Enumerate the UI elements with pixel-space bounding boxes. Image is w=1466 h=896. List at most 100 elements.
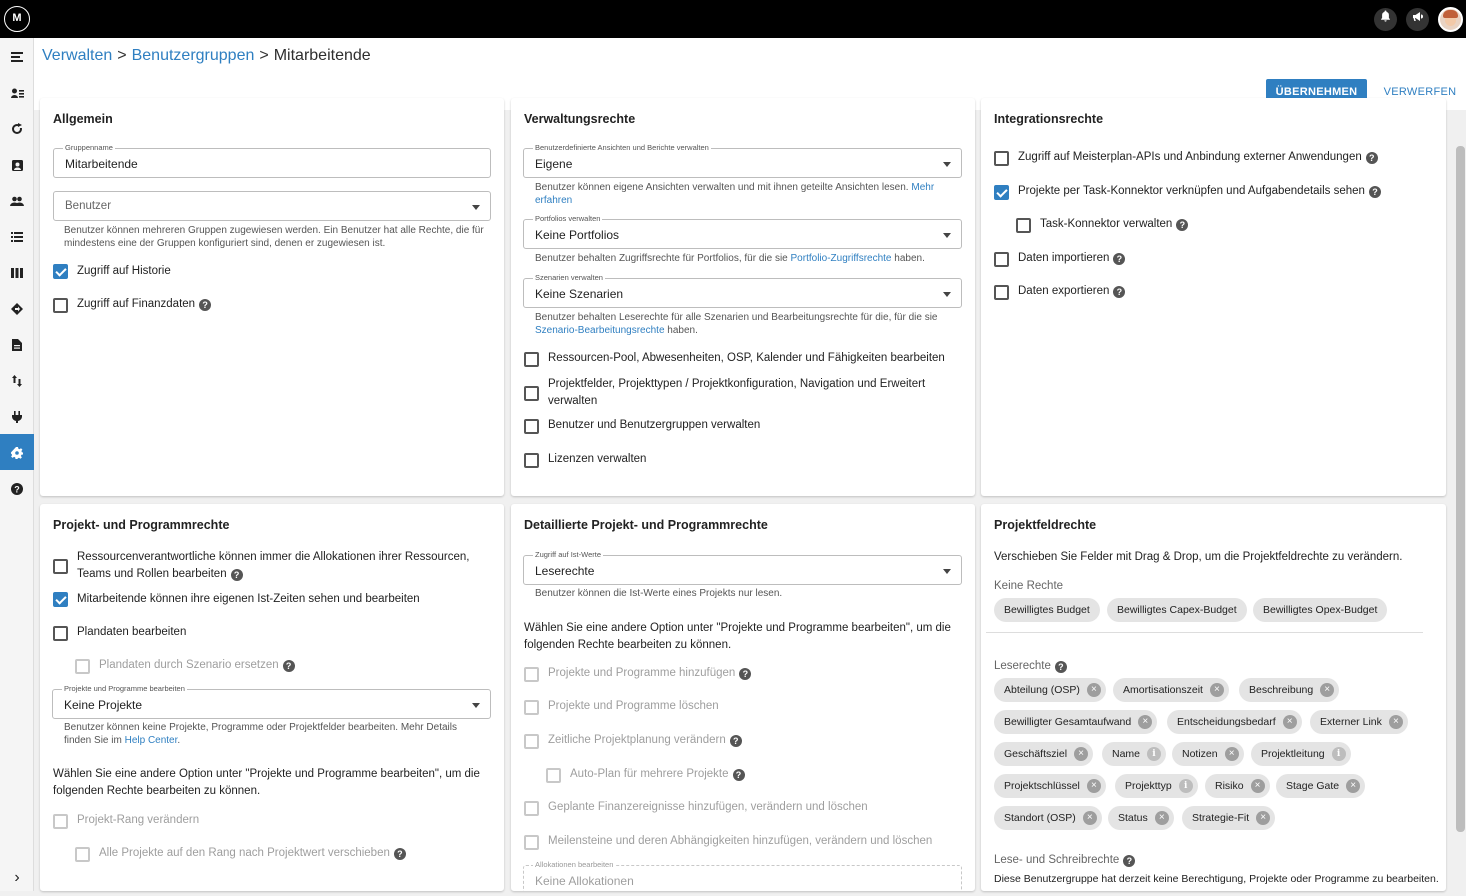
user-avatar[interactable] [1438,7,1463,32]
licenses-checkbox[interactable] [524,453,539,468]
field-chip[interactable]: Notizen × [1172,742,1244,766]
remove-icon[interactable]: × [1388,715,1403,729]
remove-icon[interactable]: × [1250,779,1265,793]
import-data-checkbox[interactable] [994,252,1009,267]
help-icon[interactable]: ? [1176,219,1189,231]
financial-events-checkbox[interactable] [524,801,539,816]
group-name-input[interactable]: Gruppenname Mitarbeitende [53,143,491,178]
help-icon[interactable]: ? [282,660,295,672]
board-icon[interactable] [0,254,34,290]
field-chip[interactable]: Entscheidungsbedarf × [1167,710,1302,734]
field-chip[interactable]: Projekttyp i [1115,774,1198,798]
help-icon[interactable]: ? [1123,855,1136,867]
help-icon[interactable]: ? [393,848,406,860]
api-access-checkbox[interactable] [994,151,1009,166]
info-icon[interactable]: i [1147,747,1162,761]
field-chip[interactable]: Bewilligter Gesamtaufwand × [994,710,1158,734]
bell-icon[interactable] [1374,8,1397,31]
breadcrumb-verwalten[interactable]: Verwalten [42,47,112,64]
help-icon[interactable]: ? [1365,152,1378,164]
field-chip[interactable]: Bewilligtes Capex-Budget [1107,598,1247,622]
info-icon[interactable]: i [1178,779,1193,793]
field-chip[interactable]: Geschäftsziel × [994,742,1094,766]
plug-icon[interactable] [0,398,34,434]
own-actuals-checkbox[interactable] [53,592,68,607]
field-chip[interactable]: Stage Gate × [1276,774,1366,798]
resource-manager-checkbox[interactable] [53,559,68,574]
export-data-checkbox[interactable] [994,285,1009,300]
portfolio-access-link[interactable]: Portfolio-Zugriffsrechte [791,253,892,264]
help-icon[interactable]: ? [230,569,243,581]
megaphone-icon[interactable] [1406,8,1429,31]
gear-icon[interactable] [0,434,34,470]
task-connector-manage-checkbox[interactable] [1016,218,1031,233]
remove-icon[interactable]: × [1086,683,1101,697]
remove-icon[interactable]: × [1138,715,1153,729]
breadcrumb-benutzergruppen[interactable]: Benutzergruppen [132,47,255,64]
field-chip[interactable]: Externer Link × [1310,710,1408,734]
remove-icon[interactable]: × [1074,747,1089,761]
field-chip[interactable]: Name i [1102,742,1167,766]
help-icon[interactable]: ? [1054,661,1067,673]
rank-by-value-checkbox[interactable] [75,847,90,862]
finance-checkbox[interactable] [53,298,68,313]
help-center-link[interactable]: Help Center [125,735,178,746]
field-chip[interactable]: Amortisationszeit × [1113,678,1229,702]
actuals-select[interactable]: Zugriff auf Ist-Werte Leserechte [523,550,962,585]
user-list-icon[interactable] [0,74,34,110]
users-groups-checkbox[interactable] [524,419,539,434]
history-checkbox[interactable] [53,264,68,279]
field-chip[interactable]: Beschreibung × [1239,678,1340,702]
users-select[interactable]: Benutzer [53,191,491,221]
help-icon[interactable]: ? [1113,286,1126,298]
field-chip[interactable]: Abteilung (OSP) × [994,678,1106,702]
list-icon[interactable] [0,218,34,254]
task-connector-link-checkbox[interactable] [994,185,1009,200]
field-chip[interactable]: Bewilligtes Budget [994,598,1100,622]
help-icon[interactable]: ? [739,668,752,680]
field-chip[interactable]: Strategie-Fit × [1182,806,1276,830]
help-icon[interactable]: ? [0,470,34,506]
field-chip[interactable]: Bewilligtes Opex-Budget [1253,598,1388,622]
document-icon[interactable] [0,326,34,362]
help-icon[interactable]: ? [199,299,212,311]
project-rank-checkbox[interactable] [53,814,68,829]
remove-icon[interactable]: × [1224,747,1239,761]
people-icon[interactable] [0,182,34,218]
remove-icon[interactable]: × [1086,779,1101,793]
help-icon[interactable]: ? [729,735,742,747]
menu-icon[interactable] [0,38,34,74]
help-icon[interactable]: ? [1368,186,1381,198]
route-icon[interactable] [0,290,34,326]
remove-icon[interactable]: × [1320,683,1335,697]
help-icon[interactable]: ? [732,769,745,781]
plan-data-checkbox[interactable] [53,626,68,641]
resource-pool-checkbox[interactable] [524,352,539,367]
portfolios-select[interactable]: Portfolios verwalten Keine Portfolios [523,214,962,249]
milestones-checkbox[interactable] [524,835,539,850]
allocations-select[interactable]: Allokationen bearbeiten Keine Allokation… [523,860,962,891]
remove-icon[interactable]: × [1256,811,1271,825]
project-fields-checkbox[interactable] [524,386,539,401]
remove-icon[interactable]: × [1346,779,1361,793]
edit-projects-select[interactable]: Projekte und Programme bearbeiten Keine … [52,684,491,719]
transfer-icon[interactable] [0,362,34,398]
field-chip[interactable]: Projektschlüssel × [994,774,1106,798]
field-chip[interactable]: Standort (OSP) × [994,806,1102,830]
field-chip[interactable]: Status × [1108,806,1174,830]
scenarios-select[interactable]: Szenarien verwalten Keine Szenarien [523,273,962,308]
help-icon[interactable]: ? [1113,253,1126,265]
delete-projects-checkbox[interactable] [524,700,539,715]
remove-icon[interactable]: × [1209,683,1224,697]
remove-icon[interactable]: × [1082,811,1097,825]
scrollbar-thumb[interactable] [1456,146,1465,832]
refresh-icon[interactable] [0,110,34,146]
scenario-edit-link[interactable]: Szenario-Bearbeitungsrechte [535,325,665,336]
views-select[interactable]: Benutzerdefinierte Ansichten und Bericht… [523,143,962,178]
add-projects-checkbox[interactable] [524,667,539,682]
remove-icon[interactable]: × [1154,811,1169,825]
field-chip[interactable]: Projektleitung i [1251,742,1351,766]
badge-icon[interactable] [0,146,34,182]
meisterplan-logo[interactable]: M [4,6,30,32]
auto-plan-checkbox[interactable] [546,768,561,783]
